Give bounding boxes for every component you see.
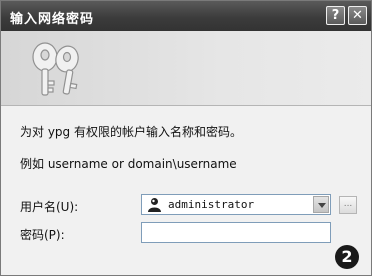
- username-dropdown-button[interactable]: [313, 196, 329, 213]
- prompt-text: 为对 ypg 有权限的帐户输入名称和密码。: [20, 125, 242, 139]
- window-title: 输入网络密码: [10, 12, 95, 27]
- username-combobox[interactable]: administrator: [141, 194, 331, 215]
- network-password-dialog: 输入网络密码 ? ✕ 为对 ypg 有权限的帐户输入名称和密码。 例如 user…: [0, 0, 372, 276]
- password-label: 密码(P):: [20, 228, 65, 242]
- step-number-badge: 2: [335, 245, 359, 269]
- title-bar[interactable]: 输入网络密码 ? ✕: [1, 1, 371, 31]
- user-icon: [148, 198, 161, 212]
- dialog-body: 为对 ypg 有权限的帐户输入名称和密码。 例如 username or dom…: [1, 106, 371, 275]
- keys-icon: [32, 42, 79, 96]
- help-button[interactable]: ?: [326, 6, 345, 25]
- username-value: administrator: [168, 198, 255, 211]
- browse-credentials-button[interactable]: ...: [339, 196, 357, 214]
- dialog-banner: [1, 31, 371, 106]
- password-field[interactable]: [141, 222, 331, 243]
- username-label: 用户名(U):: [20, 200, 79, 214]
- close-button[interactable]: ✕: [348, 6, 367, 25]
- example-text: 例如 username or domain\username: [20, 157, 237, 171]
